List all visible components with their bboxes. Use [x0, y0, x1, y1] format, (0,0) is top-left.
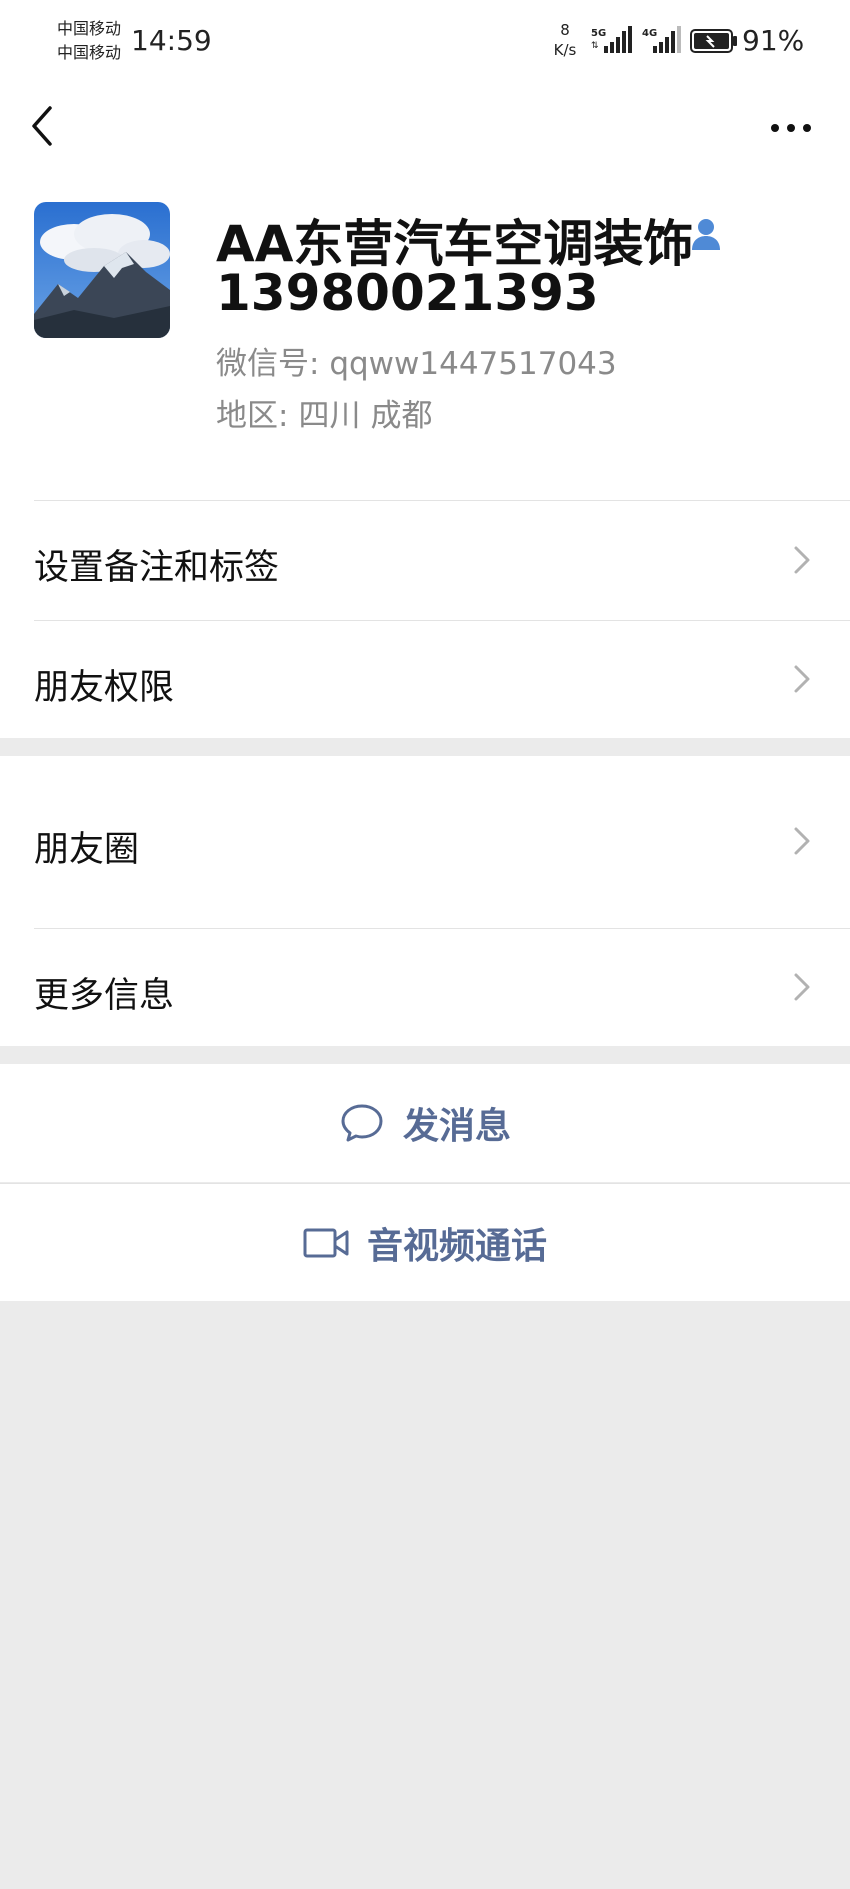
row-more-info[interactable]: 更多信息 [0, 928, 850, 1046]
send-message-label: 发消息 [402, 1106, 511, 1147]
row-more-info-label: 更多信息 [34, 976, 175, 1016]
voice-video-call-label: 音视频通话 [366, 1225, 547, 1267]
row-permissions-label: 朋友权限 [34, 668, 175, 708]
signal-5g-icon: 5G ⇅ [591, 26, 632, 53]
back-icon[interactable] [26, 98, 60, 154]
carrier-2: 中国移动 [57, 43, 122, 62]
nav-bar [0, 80, 850, 190]
wechat-id: 微信号: qqww1447517043 [216, 338, 617, 383]
profile-header: AA东营汽车空调装饰 13980021393 微信号: qqww14475170… [0, 190, 850, 500]
wechat-id-value: qqww1447517043 [329, 346, 617, 382]
chat-bubble-icon [341, 1104, 383, 1142]
svg-text:4G: 4G [642, 28, 657, 39]
svg-text:⇅: ⇅ [591, 41, 599, 51]
voice-video-call-button[interactable]: 音视频通话 [0, 1183, 850, 1301]
region-label: 地区: [216, 398, 289, 434]
divider [34, 928, 850, 929]
divider [34, 620, 850, 621]
video-camera-icon [303, 1228, 349, 1257]
carrier-names: 中国移动 中国移动 [57, 17, 121, 65]
row-moments-label: 朋友圈 [34, 830, 140, 870]
net-speed: 8 K/s [548, 20, 582, 60]
divider [34, 500, 850, 501]
contact-profile-screen: 中国移动 中国移动 14:59 8 K/s 5G ⇅ 4G 91% AA东营汽车… [0, 0, 850, 1889]
contact-phone: 13980021393 [216, 264, 599, 322]
send-message-button[interactable]: 发消息 [0, 1064, 850, 1182]
status-time: 14:59 [131, 24, 212, 57]
net-speed-value: 8 [560, 21, 570, 39]
row-friend-permissions[interactable]: 朋友权限 [0, 620, 850, 738]
region-province: 四川 [298, 398, 361, 434]
chevron-right-icon [794, 546, 810, 574]
net-speed-unit: K/s [553, 41, 577, 59]
battery-icon [690, 29, 737, 53]
region: 地区: 四川 成都 [216, 390, 442, 435]
status-bar: 中国移动 中国移动 14:59 8 K/s 5G ⇅ 4G 91% [0, 0, 850, 80]
svg-text:5G: 5G [591, 28, 606, 39]
chevron-right-icon [794, 973, 810, 1001]
avatar[interactable] [34, 202, 170, 338]
chevron-right-icon [794, 665, 810, 693]
wechat-id-label: 微信号: [216, 346, 320, 382]
battery-percent: 91% [742, 24, 805, 57]
contact-person-icon [692, 219, 720, 250]
signal-4g-icon: 4G [642, 26, 681, 53]
chevron-right-icon [794, 827, 810, 855]
row-remark-and-tags[interactable]: 设置备注和标签 [0, 500, 850, 620]
row-moments[interactable]: 朋友圈 [0, 756, 850, 928]
row-remark-label: 设置备注和标签 [34, 548, 280, 588]
more-options-icon[interactable] [768, 110, 814, 146]
region-city: 成都 [370, 398, 433, 434]
carrier-1: 中国移动 [57, 19, 122, 38]
